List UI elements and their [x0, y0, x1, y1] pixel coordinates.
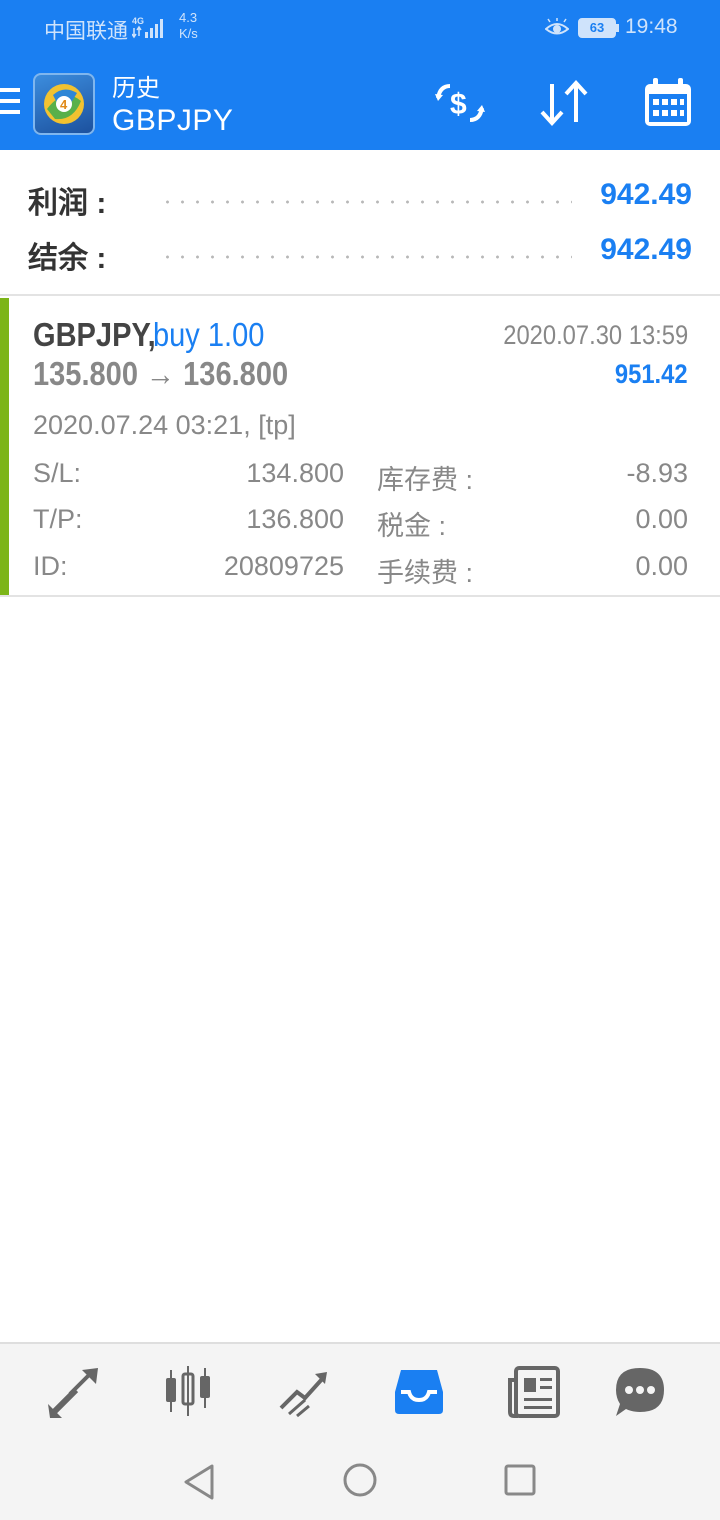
deal-close-time: 2020.07.30 13:59 — [503, 320, 688, 350]
currency-exchange-icon[interactable]: $ — [432, 78, 488, 128]
deal-prices: 135.800 → 136.800 — [33, 355, 289, 392]
balance-label: 结余 : — [28, 242, 107, 275]
sl-value: 134.800 — [246, 458, 344, 488]
dotted-leader — [160, 200, 572, 204]
network-speed: 4.3 K/s — [179, 10, 198, 42]
balance-value: 942.49 — [600, 233, 692, 266]
tp-value: 136.800 — [246, 504, 344, 534]
metatrader-logo-graphic: 4 — [44, 84, 84, 124]
carrier-name: 中国联通 — [44, 20, 128, 43]
deal-type: buy 1.00 — [153, 316, 265, 353]
network-speed-value: 4.3 — [179, 10, 198, 25]
calendar-icon[interactable] — [640, 78, 696, 128]
tp-label: T/P: — [33, 504, 83, 534]
home-icon[interactable] — [340, 1462, 380, 1502]
chat-icon[interactable] — [612, 1364, 668, 1420]
symbol-subtitle: GBPJPY — [112, 104, 234, 137]
profit-label: 利润 : — [28, 187, 107, 220]
history-icon[interactable] — [391, 1364, 447, 1420]
deal-symbol: GBPJPY, — [33, 316, 156, 353]
balance-row: 结余 : 942.49 — [0, 229, 720, 275]
chart-icon[interactable] — [160, 1364, 216, 1420]
news-icon[interactable] — [506, 1364, 562, 1420]
trade-icon[interactable] — [275, 1364, 331, 1420]
svg-text:4: 4 — [60, 97, 68, 112]
history-summary: 利润 : 942.49 结余 : 942.49 — [0, 150, 720, 296]
system-navigation — [0, 1440, 720, 1520]
tax-value: 0.00 — [635, 504, 688, 534]
app-bar: 4 历史 GBPJPY $ — [0, 56, 720, 150]
eye-icon — [545, 18, 569, 35]
recents-icon[interactable] — [500, 1462, 540, 1502]
page-title: 历史 — [112, 75, 160, 102]
bottom-navigation — [0, 1342, 720, 1440]
network-speed-unit: K/s — [179, 26, 198, 41]
svg-text:$: $ — [450, 88, 467, 121]
quotes-icon[interactable] — [46, 1364, 102, 1420]
deal-open-time: 2020.07.24 03:21, [tp] — [33, 410, 296, 440]
status-bar: 中国联通 4G 4.3 K/s 63 19:48 — [0, 0, 720, 56]
profit-value: 942.49 — [600, 178, 692, 211]
id-label: ID: — [33, 551, 68, 581]
battery-icon: 63 — [578, 18, 616, 38]
menu-icon[interactable] — [0, 88, 20, 116]
dotted-leader — [160, 255, 572, 259]
commission-value: 0.00 — [635, 551, 688, 581]
battery-tip — [616, 24, 619, 32]
sort-icon[interactable] — [536, 78, 592, 128]
deal-item[interactable]: GBPJPY, buy 1.00 2020.07.30 13:59 135.80… — [0, 298, 720, 597]
commission-label: 手续费 : — [377, 558, 474, 588]
buy-indicator-bar — [0, 298, 9, 595]
id-value: 20809725 — [223, 551, 344, 581]
metatrader-logo: 4 — [33, 73, 95, 135]
swap-label: 库存费 : — [377, 465, 474, 495]
net-type-label: 4G — [132, 16, 144, 26]
clock: 19:48 — [625, 15, 678, 38]
back-icon[interactable] — [180, 1462, 220, 1502]
signal-icon: 4G — [132, 16, 163, 39]
sl-label: S/L: — [33, 458, 82, 488]
tax-label: 税金 : — [377, 511, 447, 541]
swap-value: -8.93 — [626, 458, 688, 488]
deal-profit: 951.42 — [615, 359, 688, 389]
profit-row: 利润 : 942.49 — [0, 174, 720, 220]
